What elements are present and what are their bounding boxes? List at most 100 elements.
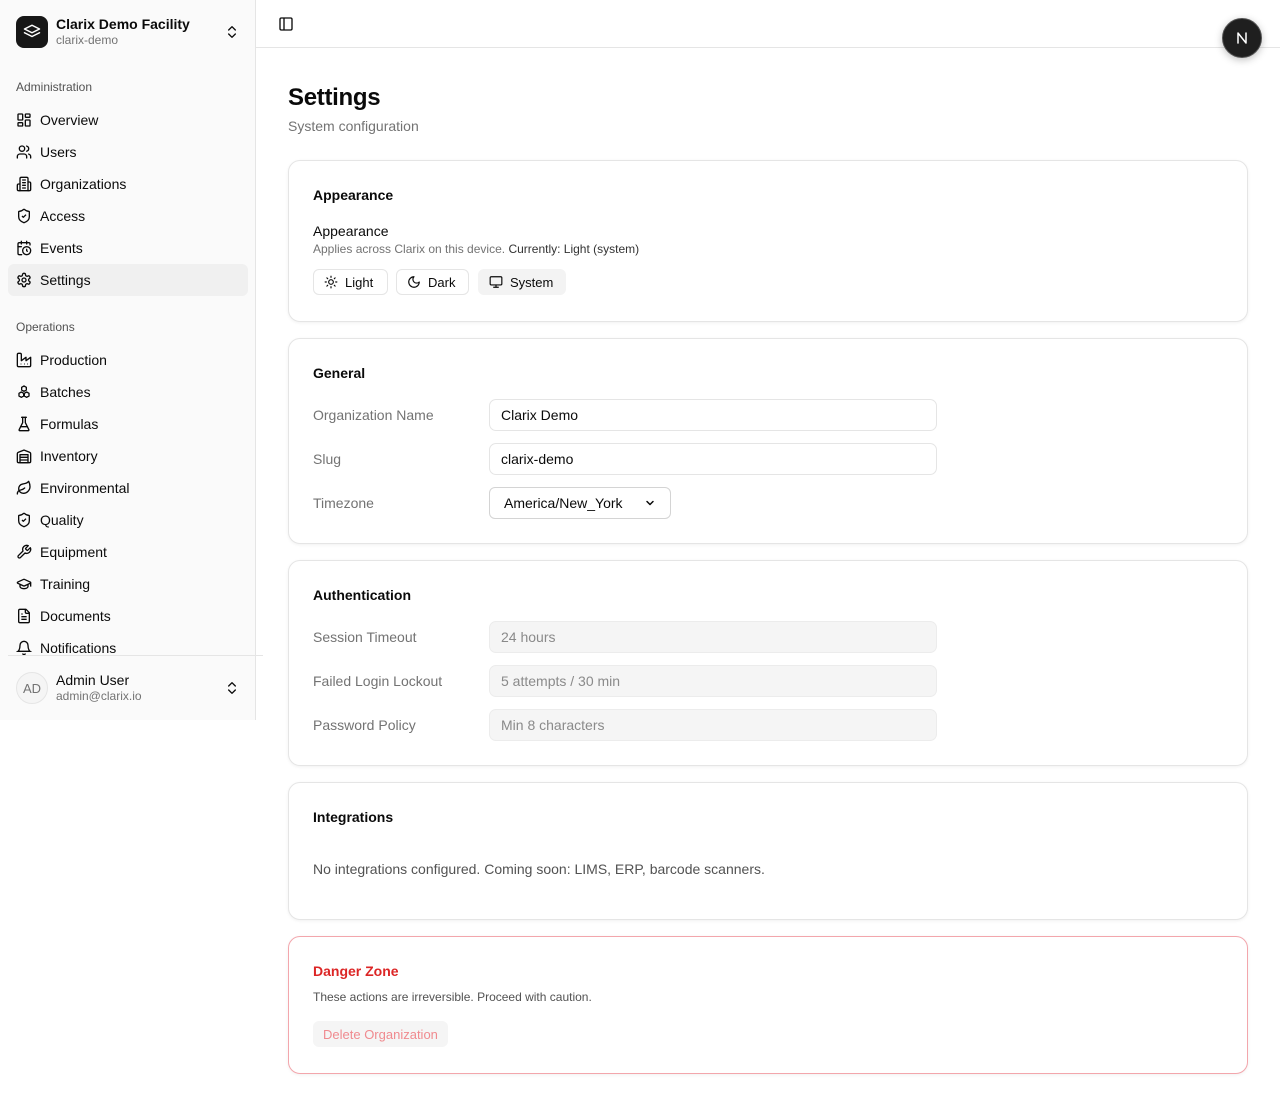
sidebar-item-organizations[interactable]: Organizations: [8, 168, 248, 200]
card-title: Authentication: [313, 587, 411, 603]
page-title: Settings: [288, 84, 381, 111]
leaf-icon: [16, 480, 31, 495]
user-name: Admin User: [56, 672, 130, 689]
sidebar-item-label: Users: [40, 144, 77, 160]
integrations-card: Integrations No integrations configured.…: [288, 782, 1248, 920]
sidebar-item-label: Training: [40, 576, 91, 592]
org-name-input[interactable]: [489, 399, 937, 431]
building-icon: [16, 176, 32, 192]
org-name-label: Organization Name: [313, 407, 434, 423]
layers-logo-icon: [16, 16, 48, 48]
integrations-message: No integrations configured. Coming soon:…: [313, 861, 765, 877]
sidebar-item-label: Settings: [40, 272, 91, 288]
grid-icon: [17, 113, 31, 127]
theme-system-button[interactable]: System: [478, 269, 566, 295]
appearance-section-title: Appearance: [313, 223, 389, 239]
session-timeout-field: [489, 621, 937, 653]
sidebar-item-label: Documents: [40, 608, 111, 624]
shield-icon: [18, 208, 30, 224]
sidebar-item-label: Quality: [40, 512, 84, 528]
login-lockout-label: Failed Login Lockout: [313, 673, 443, 689]
file-text-icon: [18, 608, 30, 624]
sidebar-item-label: Formulas: [40, 416, 99, 432]
timezone-value: America/New_York: [504, 495, 623, 511]
sidebar-item-label: Batches: [40, 384, 91, 400]
gear-icon: [17, 272, 31, 288]
users-icon: [16, 145, 32, 159]
card-title: Integrations: [313, 809, 394, 825]
sidebar-item-settings[interactable]: Settings: [8, 264, 248, 296]
sidebar-item-access[interactable]: Access: [8, 200, 248, 232]
theme-dark-button[interactable]: Dark: [396, 269, 469, 295]
sidebar-item-events[interactable]: Events: [8, 232, 248, 264]
session-timeout-label: Session Timeout: [313, 629, 417, 645]
sidebar-item-documents[interactable]: Documents: [8, 600, 248, 632]
sidebar-item-label: Inventory: [40, 448, 98, 464]
avatar: AD: [16, 672, 48, 704]
sidebar-item-formulas[interactable]: Formulas: [8, 408, 248, 440]
wrench-icon: [17, 544, 32, 559]
sidebar-item-training[interactable]: Training: [8, 568, 248, 600]
sidebar-item-label: Access: [40, 208, 86, 224]
login-lockout-field: [489, 665, 937, 697]
sidebar-item-label: Notifications: [40, 640, 117, 656]
danger-description: These actions are irreversible. Proceed …: [313, 990, 592, 1004]
panel-left-icon: [279, 17, 293, 31]
appearance-description: Applies across Clarix on this device.: [313, 242, 506, 256]
top-bar: [256, 0, 1280, 48]
sidebar-item-label: Organizations: [40, 176, 127, 192]
sidebar-item-production[interactable]: Production: [8, 344, 248, 376]
sidebar-item-overview[interactable]: Overview: [8, 104, 248, 136]
monitor-icon: [489, 276, 503, 288]
sidebar-item-quality[interactable]: Quality: [8, 504, 248, 536]
danger-zone-card: Danger Zone These actions are irreversib…: [288, 936, 1248, 1074]
n-letter-icon: [1237, 32, 1247, 44]
chevrons-up-down-icon: [228, 26, 236, 38]
sidebar-toggle-button[interactable]: [276, 14, 296, 34]
group-label-administration: Administration: [16, 80, 93, 94]
chevrons-up-down-icon: [228, 682, 236, 694]
card-title: Danger Zone: [313, 963, 399, 979]
sidebar-item-label: Events: [40, 240, 83, 256]
admin-nav: Overview Users Organizations Access Even…: [8, 104, 248, 296]
sidebar-item-label: Equipment: [40, 544, 107, 560]
sidebar-item-label: Production: [40, 352, 107, 368]
general-card: General Organization Name Slug Timezone …: [288, 338, 1248, 544]
sidebar-item-label: Overview: [40, 112, 99, 128]
appearance-current: Currently: Light (system): [508, 242, 640, 256]
sidebar-item-notifications[interactable]: Notifications: [8, 632, 248, 656]
org-slug: clarix-demo: [56, 33, 119, 48]
calendar-clock-icon: [17, 240, 32, 256]
theme-system-label: System: [510, 274, 554, 290]
password-policy-label: Password Policy: [313, 717, 416, 733]
operations-nav: Production Batches Formulas Inventory En…: [8, 344, 248, 656]
card-title: General: [313, 365, 366, 381]
chevron-down-icon: [646, 500, 654, 506]
sidebar-item-inventory[interactable]: Inventory: [8, 440, 248, 472]
theme-light-button[interactable]: Light: [313, 269, 388, 295]
sidebar: Clarix Demo Facility clarix-demo Adminis…: [0, 0, 263, 720]
flask-icon: [18, 416, 30, 432]
timezone-label: Timezone: [313, 495, 374, 511]
sidebar-item-environmental[interactable]: Environmental: [8, 472, 248, 504]
warehouse-icon: [16, 449, 32, 464]
sidebar-item-users[interactable]: Users: [8, 136, 248, 168]
slug-label: Slug: [313, 451, 342, 467]
shield-check-icon: [18, 512, 30, 528]
user-menu[interactable]: AD Admin User admin@clarix.io: [8, 664, 248, 712]
n-badge-button[interactable]: [1222, 18, 1262, 58]
sidebar-item-batches[interactable]: Batches: [8, 376, 248, 408]
delete-organization-button[interactable]: Delete Organization: [313, 1021, 448, 1047]
sidebar-item-label: Environmental: [40, 480, 130, 496]
user-email: admin@clarix.io: [56, 689, 142, 704]
theme-dark-label: Dark: [428, 274, 456, 290]
moon-icon: [408, 276, 420, 288]
org-switcher[interactable]: Clarix Demo Facility clarix-demo: [8, 8, 248, 56]
password-policy-field: [489, 709, 937, 741]
timezone-select[interactable]: America/New_York: [489, 487, 671, 519]
factory-icon: [16, 352, 32, 368]
sidebar-item-equipment[interactable]: Equipment: [8, 536, 248, 568]
org-name: Clarix Demo Facility: [56, 16, 190, 33]
card-title: Appearance: [313, 187, 394, 203]
slug-input[interactable]: [489, 443, 937, 475]
